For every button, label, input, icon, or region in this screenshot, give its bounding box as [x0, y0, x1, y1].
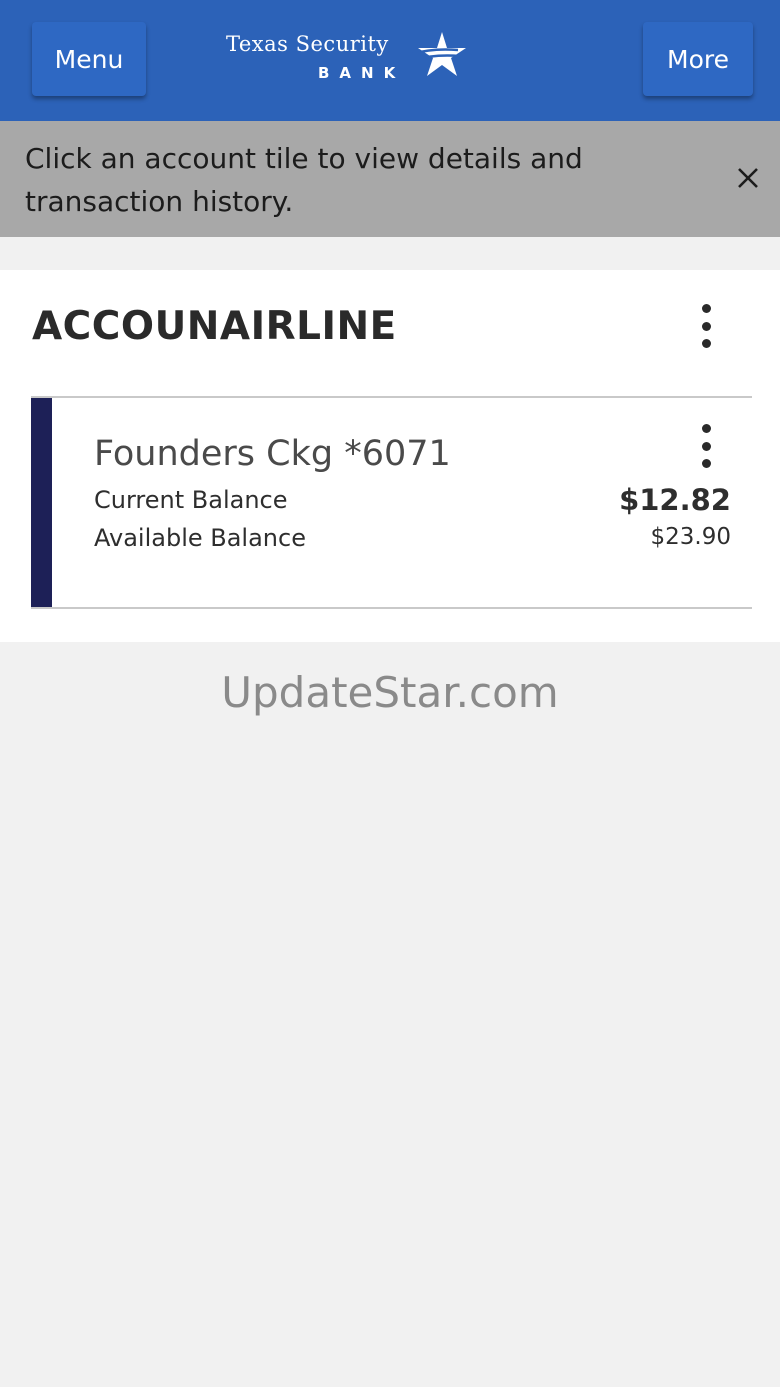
watermark: UpdateStar.com [221, 668, 559, 717]
logo-subtitle: BANK [318, 64, 406, 82]
more-button[interactable]: More [643, 22, 753, 96]
logo-wordmark: Texas Security [226, 32, 389, 56]
info-banner: Click an account tile to view details an… [0, 121, 780, 237]
banner-message: Click an account tile to view details an… [25, 142, 583, 218]
accounts-card-title: ACCOUNAIRLINE [32, 304, 397, 349]
kebab-menu-icon[interactable] [686, 418, 726, 474]
account-tile[interactable]: Founders Ckg *6071 Current Balance Avail… [31, 396, 752, 609]
app-header: Menu Texas Security BANK More [0, 0, 780, 121]
star-icon [412, 32, 466, 76]
current-balance-value: $12.82 [619, 483, 731, 517]
close-icon[interactable] [730, 160, 766, 196]
available-balance-value: $23.90 [650, 524, 731, 550]
current-balance-label: Current Balance [94, 486, 288, 514]
account-color-stripe [31, 398, 52, 607]
bank-logo[interactable]: Texas Security BANK [222, 26, 472, 88]
kebab-menu-icon[interactable] [686, 298, 726, 354]
available-balance-label: Available Balance [94, 524, 306, 552]
menu-button[interactable]: Menu [32, 22, 146, 96]
accounts-card: ACCOUNAIRLINE Founders Ckg *6071 Current… [0, 270, 780, 642]
account-name: Founders Ckg *6071 [94, 434, 451, 474]
